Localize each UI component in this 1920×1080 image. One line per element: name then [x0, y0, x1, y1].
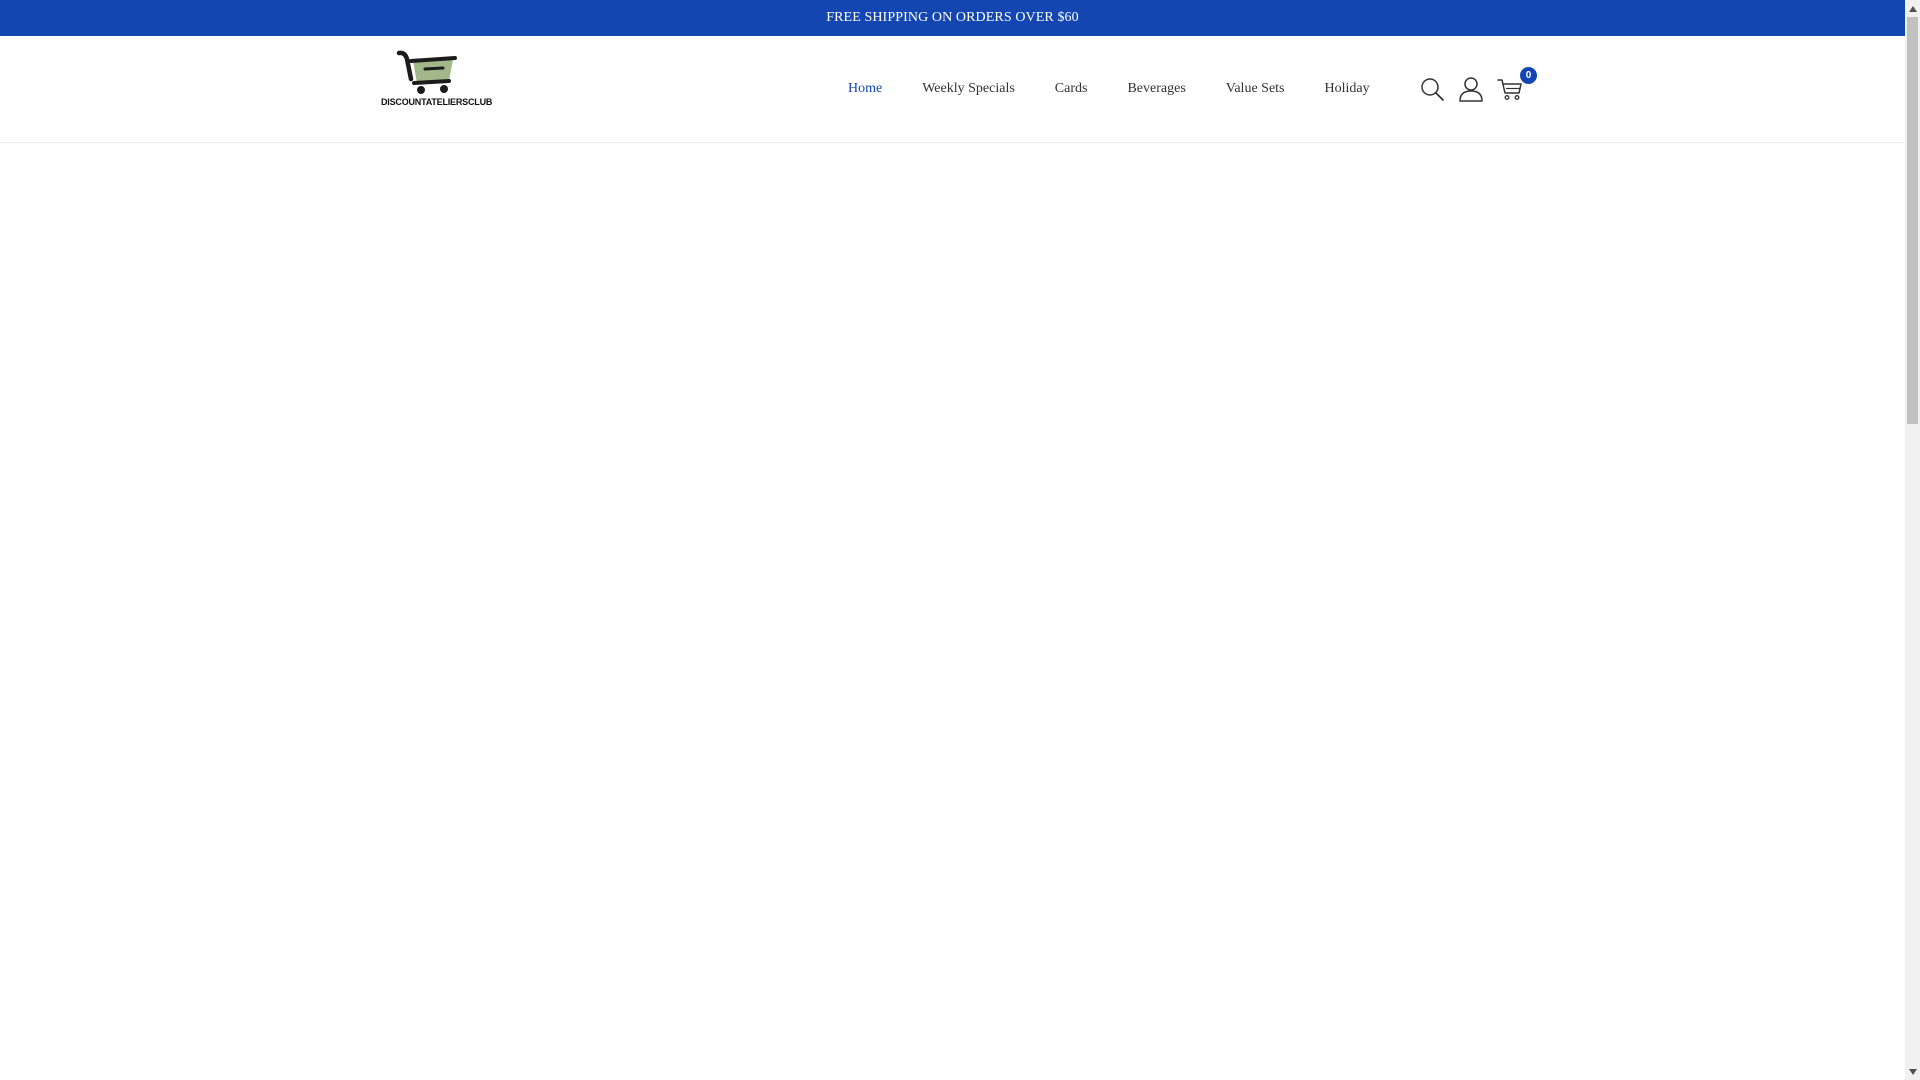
nav-item-home[interactable]: Home [848, 81, 882, 97]
browser-viewport: FREE SHIPPING ON ORDERS OVER $60 DISCOUN… [0, 0, 1920, 1080]
triangle-down-icon [1908, 1068, 1917, 1075]
page: FREE SHIPPING ON ORDERS OVER $60 DISCOUN… [0, 0, 1905, 1080]
main-nav: Home Weekly Specials Cards Beverages Val… [848, 36, 1370, 142]
nav-item-weekly-specials[interactable]: Weekly Specials [922, 81, 1015, 97]
triangle-up-icon [1908, 5, 1917, 12]
account-button[interactable] [1458, 76, 1484, 102]
nav-item-holiday[interactable]: Holiday [1325, 81, 1370, 97]
header-icons: 0 [1419, 36, 1537, 142]
main-content [0, 143, 1905, 1080]
scroll-up-arrow[interactable] [1905, 0, 1920, 17]
scroll-down-arrow[interactable] [1905, 1063, 1920, 1080]
site-logo[interactable]: DISCOUNTATELIERSCLUB [381, 49, 493, 113]
announcement-bar: FREE SHIPPING ON ORDERS OVER $60 [0, 0, 1905, 36]
nav-item-beverages[interactable]: Beverages [1127, 81, 1185, 97]
user-icon [1459, 77, 1483, 102]
page-scrollbar[interactable] [1905, 0, 1920, 1080]
cart-button[interactable]: 0 [1497, 67, 1537, 102]
search-icon [1421, 78, 1444, 101]
search-button[interactable] [1419, 76, 1445, 102]
nav-item-value-sets[interactable]: Value Sets [1226, 81, 1285, 97]
shopping-cart-logo-icon [396, 50, 457, 94]
announcement-text: FREE SHIPPING ON ORDERS OVER $60 [826, 10, 1079, 25]
cart-icon [1497, 79, 1522, 100]
cart-count-badge: 0 [1520, 67, 1537, 84]
logo-text: DISCOUNTATELIERSCLUB [381, 97, 493, 107]
scroll-thumb[interactable] [1907, 17, 1918, 424]
nav-item-cards[interactable]: Cards [1055, 81, 1088, 97]
site-header: DISCOUNTATELIERSCLUB Home Weekly Special… [0, 36, 1905, 143]
